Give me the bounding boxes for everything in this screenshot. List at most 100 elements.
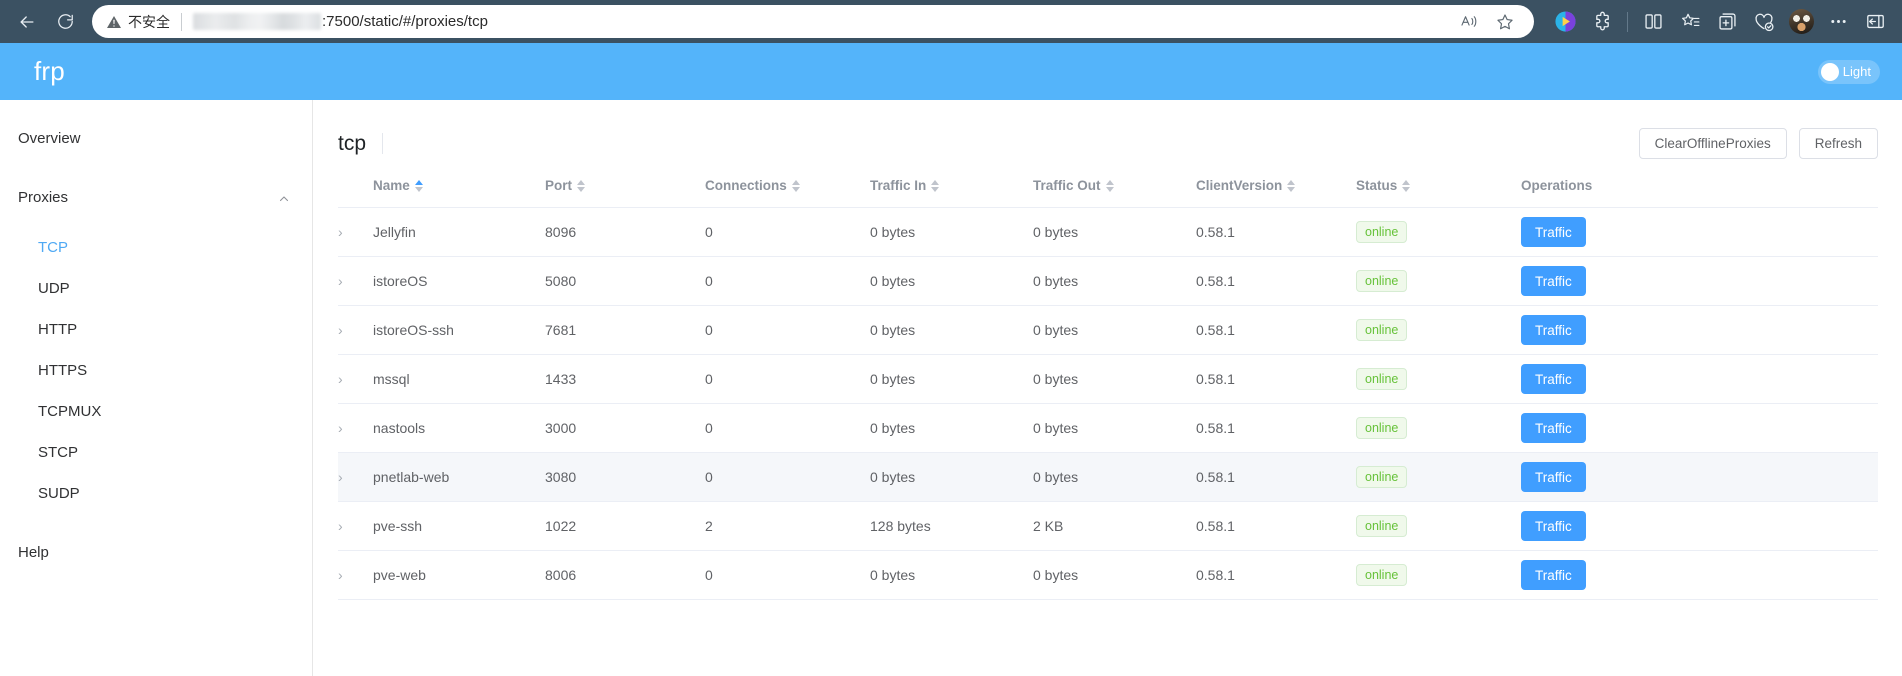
split-screen-icon[interactable] bbox=[1636, 5, 1670, 39]
chevron-right-icon[interactable]: › bbox=[338, 518, 354, 534]
sidebar-item-overview[interactable]: Overview bbox=[0, 118, 312, 159]
sort-traffic-out-icon[interactable] bbox=[1105, 179, 1114, 192]
table-header-expand bbox=[338, 166, 373, 208]
table-row[interactable]: › pnetlab-web 3080 0 0 bytes 0 bytes 0.58.1 onl… bbox=[338, 452, 1878, 502]
sidebar-toggle-icon[interactable] bbox=[1858, 5, 1892, 39]
sidebar-item-label: STCP bbox=[38, 444, 79, 461]
app-body: Overview Proxies TCP UDP HTTP HTTPS TCPMUX ST… bbox=[0, 100, 1902, 676]
table-row[interactable]: › istoreOS-ssh 7681 0 0 bytes 0 bytes 0.58.1 on… bbox=[338, 305, 1878, 355]
row-expand-cell[interactable]: › bbox=[338, 501, 373, 551]
sidebar-item-label: HTTPS bbox=[38, 362, 88, 379]
table-row[interactable]: › pve-ssh 1022 2 128 bytes 2 KB 0.58.1 online Tr… bbox=[338, 501, 1878, 551]
proxy-connections: 0 bbox=[705, 305, 870, 355]
traffic-button[interactable]: Traffic bbox=[1521, 511, 1586, 541]
row-expand-cell[interactable]: › bbox=[338, 403, 373, 453]
column-header-name[interactable]: Name bbox=[373, 166, 545, 208]
proxy-port: 1022 bbox=[545, 501, 705, 551]
row-expand-cell[interactable]: › bbox=[338, 256, 373, 306]
copilot-icon[interactable] bbox=[1548, 5, 1582, 39]
sidebar-group-proxies[interactable]: Proxies bbox=[0, 177, 312, 218]
read-aloud-icon[interactable] bbox=[1454, 7, 1484, 37]
row-expand-cell[interactable]: › bbox=[338, 207, 373, 257]
sidebar-item-stcp[interactable]: STCP bbox=[0, 432, 312, 473]
proxy-traffic-in: 0 bytes bbox=[870, 354, 1033, 404]
proxy-client-version: 0.58.1 bbox=[1196, 305, 1356, 355]
browser-toolbar-icons bbox=[1542, 5, 1892, 39]
reload-icon[interactable] bbox=[48, 5, 82, 39]
table-row[interactable]: › Jellyfin 8096 0 0 bytes 0 bytes 0.58.1 online… bbox=[338, 207, 1878, 257]
header-actions: ClearOfflineProxies Refresh bbox=[1638, 127, 1878, 159]
collections-icon[interactable] bbox=[1710, 5, 1744, 39]
chevron-right-icon[interactable]: › bbox=[338, 420, 354, 436]
profile-avatar[interactable] bbox=[1784, 5, 1818, 39]
table-row[interactable]: › pve-web 8006 0 0 bytes 0 bytes 0.58.1 online T… bbox=[338, 550, 1878, 600]
sidebar-item-udp[interactable]: UDP bbox=[0, 268, 312, 309]
column-header-status[interactable]: Status bbox=[1356, 166, 1521, 208]
avatar bbox=[1788, 9, 1814, 34]
star-icon[interactable] bbox=[1490, 7, 1520, 37]
theme-toggle[interactable]: Light bbox=[1817, 59, 1880, 84]
extensions-icon[interactable] bbox=[1585, 5, 1619, 39]
sidebar-item-help[interactable]: Help bbox=[0, 532, 312, 573]
back-arrow-icon[interactable] bbox=[10, 5, 44, 39]
sort-status-icon[interactable] bbox=[1402, 179, 1411, 192]
traffic-button[interactable]: Traffic bbox=[1521, 266, 1586, 296]
sidebar-item-label: TCPMUX bbox=[38, 403, 102, 420]
proxy-traffic-out: 0 bytes bbox=[1033, 403, 1196, 453]
sort-connections-icon[interactable] bbox=[791, 179, 800, 192]
proxy-name: pnetlab-web bbox=[373, 452, 545, 502]
proxy-name: pve-ssh bbox=[373, 501, 545, 551]
proxy-operations-cell: Traffic bbox=[1521, 452, 1878, 502]
row-expand-cell[interactable]: › bbox=[338, 354, 373, 404]
proxies-table: Name Port Connections Traffic In Traffic Out… bbox=[338, 166, 1878, 600]
sidebar-item-tcp[interactable]: TCP bbox=[0, 227, 312, 268]
table-row[interactable]: › istoreOS 5080 0 0 bytes 0 bytes 0.58.1 online… bbox=[338, 256, 1878, 306]
column-header-traffic-in[interactable]: Traffic In bbox=[870, 166, 1033, 208]
chevron-right-icon[interactable]: › bbox=[338, 469, 354, 485]
sidebar-item-label: UDP bbox=[38, 280, 70, 297]
sidebar-item-label: SUDP bbox=[38, 485, 80, 502]
traffic-button[interactable]: Traffic bbox=[1521, 315, 1586, 345]
column-header-connections[interactable]: Connections bbox=[705, 166, 870, 208]
table-head: Name Port Connections Traffic In Traffic Out… bbox=[338, 166, 1878, 208]
traffic-button[interactable]: Traffic bbox=[1521, 413, 1586, 443]
column-header-traffic-out[interactable]: Traffic Out bbox=[1033, 166, 1196, 208]
chevron-right-icon[interactable]: › bbox=[338, 224, 354, 240]
chevron-right-icon[interactable]: › bbox=[338, 322, 354, 338]
sort-clientversion-icon[interactable] bbox=[1287, 179, 1296, 192]
row-expand-cell[interactable]: › bbox=[338, 305, 373, 355]
sidebar-item-https[interactable]: HTTPS bbox=[0, 350, 312, 391]
column-header-clientversion[interactable]: ClientVersion bbox=[1196, 166, 1356, 208]
sort-traffic-in-icon[interactable] bbox=[931, 179, 940, 192]
clear-offline-proxies-button[interactable]: ClearOfflineProxies bbox=[1638, 127, 1787, 159]
settings-more-icon[interactable] bbox=[1821, 5, 1855, 39]
traffic-button[interactable]: Traffic bbox=[1521, 217, 1586, 247]
table-row[interactable]: › nastools 3000 0 0 bytes 0 bytes 0.58.1 online… bbox=[338, 403, 1878, 453]
row-expand-cell[interactable]: › bbox=[338, 550, 373, 600]
favorites-icon[interactable] bbox=[1673, 5, 1707, 39]
proxy-operations-cell: Traffic bbox=[1521, 305, 1878, 355]
proxy-client-version: 0.58.1 bbox=[1196, 550, 1356, 600]
sidebar-item-sudp[interactable]: SUDP bbox=[0, 473, 312, 514]
refresh-button[interactable]: Refresh bbox=[1798, 127, 1878, 159]
chevron-right-icon[interactable]: › bbox=[338, 273, 354, 289]
table-row[interactable]: › mssql 1433 0 0 bytes 0 bytes 0.58.1 online Tra… bbox=[338, 354, 1878, 404]
traffic-button[interactable]: Traffic bbox=[1521, 364, 1586, 394]
proxy-operations-cell: Traffic bbox=[1521, 501, 1878, 551]
chevron-right-icon[interactable]: › bbox=[338, 567, 354, 583]
address-bar[interactable]: 不安全 :7500/static/#/proxies/tcp bbox=[92, 5, 1534, 38]
traffic-button[interactable]: Traffic bbox=[1521, 560, 1586, 590]
traffic-button[interactable]: Traffic bbox=[1521, 462, 1586, 492]
chevron-right-icon[interactable]: › bbox=[338, 371, 354, 387]
proxy-port: 1433 bbox=[545, 354, 705, 404]
column-header-label: Operations bbox=[1521, 178, 1593, 193]
row-expand-cell[interactable]: › bbox=[338, 452, 373, 502]
sort-port-icon[interactable] bbox=[577, 179, 585, 192]
proxy-operations-cell: Traffic bbox=[1521, 403, 1878, 453]
sidebar-item-tcpmux[interactable]: TCPMUX bbox=[0, 391, 312, 432]
browser-essentials-icon[interactable] bbox=[1747, 5, 1781, 39]
column-header-port[interactable]: Port bbox=[545, 166, 705, 208]
sidebar-item-http[interactable]: HTTP bbox=[0, 309, 312, 350]
sort-name-icon[interactable] bbox=[414, 179, 423, 192]
